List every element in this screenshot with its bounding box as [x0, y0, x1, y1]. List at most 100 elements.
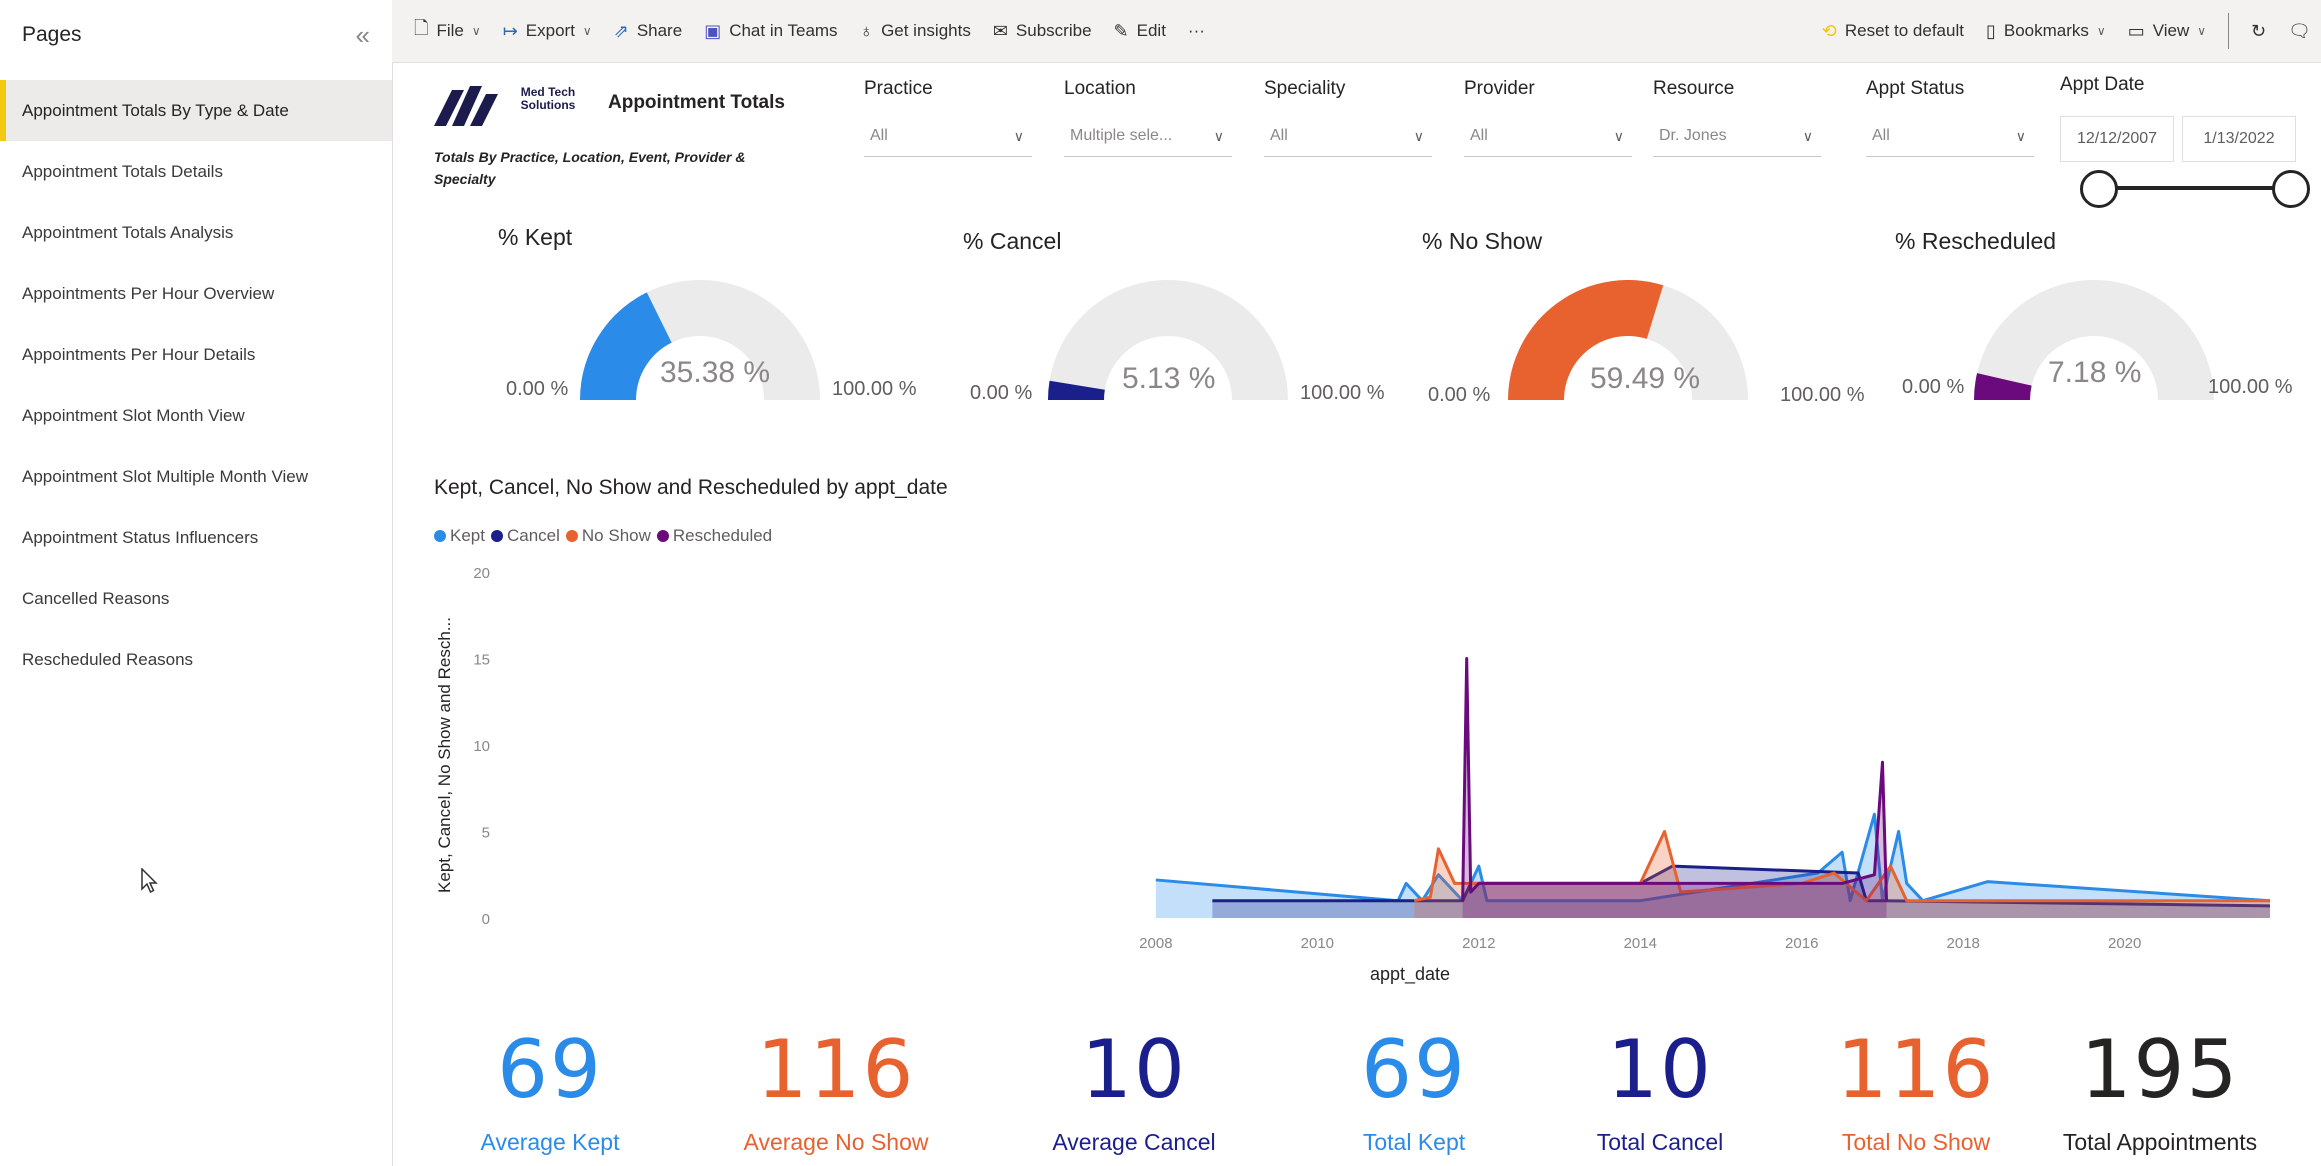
card-total-no-show: 116 Total No Show: [1796, 1025, 2036, 1156]
start-date-handle[interactable]: [2080, 170, 2118, 208]
practice-dropdown[interactable]: All ∨: [864, 116, 1032, 157]
pages-pane: Pages « Appointment Totals By Type & Dat…: [0, 0, 393, 1166]
card-total-appointments: 195 Total Appointments: [2040, 1025, 2280, 1156]
bookmarks-menu[interactable]: ▯ Bookmarks ∨: [1986, 21, 2106, 42]
chat-label: Chat in Teams: [729, 21, 838, 40]
legend-label-cancel: Cancel: [506, 526, 560, 545]
y-tick-label: 0: [482, 911, 490, 928]
share-button[interactable]: ⇗ Share: [614, 21, 682, 42]
edit-label: Edit: [1136, 21, 1166, 40]
page-item-appointment-totals-by-type-date[interactable]: Appointment Totals By Type & Date: [0, 80, 392, 141]
page-item-appointment-status-influencers[interactable]: Appointment Status Influencers: [0, 507, 392, 568]
gauge-min-rescheduled: 0.00 %: [1902, 376, 1965, 398]
gauge-fill: [1048, 380, 1105, 401]
speciality-dropdown[interactable]: All ∨: [1264, 116, 1432, 157]
location-label: Location: [1064, 78, 1136, 99]
end-date-input[interactable]: 1/13/2022: [2182, 116, 2296, 162]
more-options-button[interactable]: ···: [1188, 21, 1205, 41]
refresh-icon: ↻: [2251, 20, 2267, 41]
card-label: Total Kept: [1362, 1129, 1466, 1155]
edit-button[interactable]: ✎ Edit: [1114, 21, 1166, 42]
chat-in-teams-button[interactable]: ▣ Chat in Teams: [704, 21, 837, 42]
x-tick-label: 2012: [1462, 935, 1495, 952]
legend-dot-cancel: [490, 530, 503, 542]
file-menu[interactable]: 🗋 File ∨: [414, 16, 481, 46]
export-icon: ↦: [502, 20, 518, 41]
legend-item-rescheduled[interactable]: Rescheduled: [656, 526, 773, 546]
x-tick-label: 2008: [1139, 935, 1172, 952]
card-average-no-show: 116 Average No Show: [716, 1025, 956, 1156]
date-range-track[interactable]: [2096, 186, 2280, 190]
gauge-max-kept: 100.00 %: [832, 378, 917, 400]
gauge-title-kept: % Kept: [498, 224, 573, 250]
gauge-max-cancel: 100.00 %: [1300, 382, 1385, 404]
y-axis-title: Kept, Cancel, No Show and Resch...: [435, 617, 454, 893]
page-item-appointment-totals-analysis[interactable]: Appointment Totals Analysis: [0, 202, 392, 263]
y-tick-label: 10: [473, 738, 490, 755]
more-options-icon: ···: [1187, 21, 1205, 40]
comments-button[interactable]: 🗨: [2288, 21, 2311, 42]
resource-value: Dr. Jones: [1659, 127, 1727, 144]
page-item-appointments-per-hour-details[interactable]: Appointments Per Hour Details: [0, 324, 392, 385]
reset-icon: ⟲: [1821, 20, 1837, 41]
collapse-pane-icon[interactable]: «: [356, 20, 370, 51]
view-menu[interactable]: ▭ View ∨: [2128, 21, 2206, 42]
page-item-appointment-slot-multiple-month-view[interactable]: Appointment Slot Multiple Month View: [0, 446, 392, 507]
legend-item-cancel[interactable]: Cancel: [490, 526, 560, 546]
report-toolbar: 🗋 File ∨ ↦ Export ∨ ⇗ Share ▣ Chat in Te…: [392, 0, 2321, 63]
gauge-rescheduled: [1974, 280, 2214, 401]
legend-label-rescheduled: Rescheduled: [672, 526, 773, 545]
gauge-value-no-show: 59.49 %: [1590, 362, 1701, 395]
legend-dot-kept: [434, 530, 446, 542]
page-item-appointment-slot-month-view[interactable]: Appointment Slot Month View: [0, 385, 392, 446]
end-date-handle[interactable]: [2272, 170, 2310, 208]
x-tick-label: 2016: [1785, 935, 1818, 952]
appt-status-label: Appt Status: [1866, 78, 1965, 99]
comment-icon: 🗨: [2288, 20, 2311, 41]
card-label: Total Cancel: [1596, 1129, 1724, 1155]
appointments-area-chart[interactable]: 0 5 10 15 20 2008 2010 2012 2014 2016 2018 2020 appt…: [430, 560, 2280, 990]
location-dropdown[interactable]: Multiple sele... ∨: [1064, 116, 1232, 157]
mail-icon: ✉: [992, 20, 1008, 41]
x-tick-label: 2010: [1301, 935, 1334, 952]
resource-dropdown[interactable]: Dr. Jones ∨: [1653, 116, 1821, 157]
page-item-cancelled-reasons[interactable]: Cancelled Reasons: [0, 568, 392, 629]
appt-date-label: Appt Date: [2060, 74, 2145, 95]
reset-to-default-button[interactable]: ⟲ Reset to default: [1822, 21, 1964, 42]
lightbulb-icon: ♁: [859, 20, 874, 41]
y-tick-label: 5: [482, 825, 490, 842]
toolbar-right: ⟲ Reset to default ▯ Bookmarks ∨ ▭ View …: [1800, 13, 2321, 49]
refresh-button[interactable]: ↻: [2251, 21, 2266, 42]
legend-item-kept[interactable]: Kept: [434, 526, 485, 546]
location-slicer: Location Multiple sele... ∨: [1064, 78, 1232, 157]
chart-legend: Kept Cancel No Show Rescheduled: [434, 526, 778, 546]
report-subtitle: Totals By Practice, Location, Event, Pro…: [434, 149, 746, 187]
page-item-appointment-totals-details[interactable]: Appointment Totals Details: [0, 141, 392, 202]
provider-dropdown[interactable]: All ∨: [1464, 116, 1632, 157]
legend-item-no-show[interactable]: No Show: [565, 526, 651, 546]
chevron-down-icon: ∨: [471, 24, 481, 38]
practice-label: Practice: [864, 78, 933, 99]
get-insights-button[interactable]: ♁ Get insights: [860, 21, 971, 42]
page-item-appointments-per-hour-overview[interactable]: Appointments Per Hour Overview: [0, 263, 392, 324]
gauge-title-rescheduled: % Rescheduled: [1895, 228, 2057, 254]
gauge-fill: [1974, 373, 2032, 401]
chevron-down-icon: ∨: [1213, 127, 1224, 144]
provider-slicer: Provider All ∨: [1464, 78, 1632, 157]
chevron-down-icon: ∨: [1613, 127, 1624, 144]
chevron-down-icon: ∨: [1802, 127, 1813, 144]
card-label: Average No Show: [743, 1129, 929, 1155]
page-list: Appointment Totals By Type & Date Appoin…: [0, 80, 392, 690]
x-axis-title: appt_date: [1370, 964, 1450, 985]
page-item-rescheduled-reasons[interactable]: Rescheduled Reasons: [0, 629, 392, 690]
provider-value: All: [1470, 127, 1488, 144]
legend-dot-rescheduled: [656, 530, 669, 542]
appt-status-dropdown[interactable]: All ∨: [1866, 116, 2034, 157]
practice-value: All: [870, 127, 888, 144]
subscribe-button[interactable]: ✉ Subscribe: [993, 21, 1092, 42]
start-date-input[interactable]: 12/12/2007: [2060, 116, 2174, 162]
export-menu[interactable]: ↦ Export ∨: [503, 21, 592, 42]
card-value: 69: [1361, 1023, 1467, 1116]
y-tick-label: 15: [473, 652, 490, 669]
insights-label: Get insights: [881, 21, 971, 40]
